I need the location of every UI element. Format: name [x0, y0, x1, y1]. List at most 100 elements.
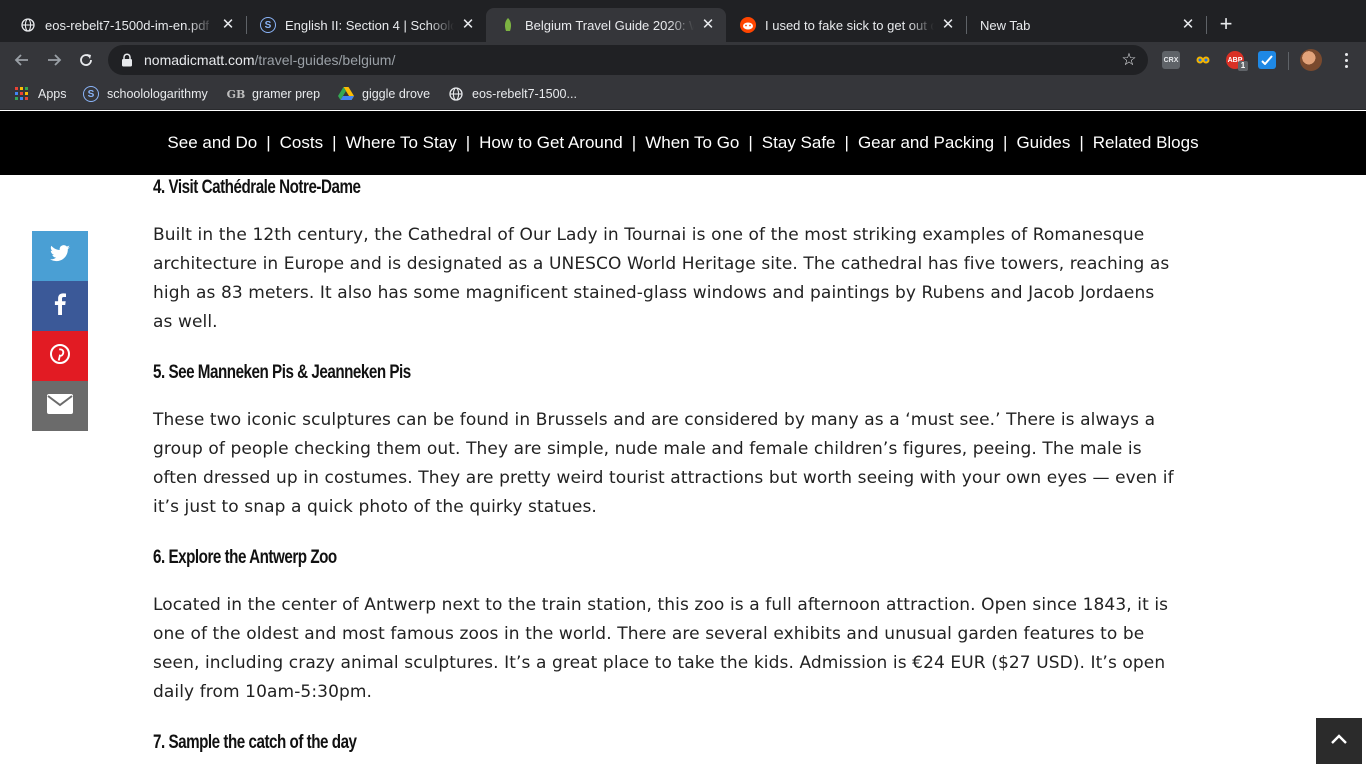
nav-stay-safe[interactable]: Stay Safe [762, 133, 836, 153]
section-heading: 7. Sample the catch of the day [153, 732, 357, 753]
tab-pdf[interactable]: eos-rebelt7-1500d-im-en.pdf ✕ [6, 8, 246, 42]
reddit-icon [740, 17, 756, 33]
paragraph-line: architecture in Europe and is designated… [153, 254, 1170, 274]
tab-reddit[interactable]: I used to fake sick to get out of school… [726, 8, 966, 42]
section-paragraph: Built in the 12th century, the Cathedral… [153, 221, 1213, 337]
lock-icon[interactable] [120, 53, 134, 67]
gb-icon: GB [226, 87, 246, 101]
crx-extension-icon[interactable]: CRX [1162, 51, 1180, 69]
adblock-extension-icon[interactable]: ABP 1 [1226, 51, 1248, 71]
nav-separator: | [631, 133, 637, 152]
nav-separator: | [1003, 133, 1008, 152]
tab-title: eos-rebelt7-1500d-im-en.pdf [45, 17, 210, 33]
section-heading: 4. Visit Cathédrale Notre-Dame [153, 177, 361, 198]
address-bar[interactable]: nomadicmatt.com/travel-guides/belgium/ ☆ [108, 45, 1148, 75]
bookmark-label: gramer prep [252, 87, 321, 101]
facebook-share-button[interactable] [32, 281, 88, 331]
bookmark-label: giggle drove [362, 87, 431, 101]
browser-toolbar: nomadicmatt.com/travel-guides/belgium/ ☆… [0, 42, 1366, 78]
tab-close-icon[interactable]: ✕ [940, 17, 956, 33]
tab-close-icon[interactable]: ✕ [700, 17, 716, 33]
paragraph-line: Located in the center of Antwerp next to… [153, 595, 1169, 615]
section-heading: 6. Explore the Antwerp Zoo [153, 547, 337, 568]
paragraph-line: Built in the 12th century, the Cathedral… [153, 225, 1145, 245]
tab-new-tab[interactable]: New Tab ✕ [966, 8, 1206, 42]
nav-see-and-do[interactable]: See and Do [167, 133, 257, 153]
bookmark-gramer-prep[interactable]: GB gramer prep [226, 85, 321, 103]
bookmark-schoolologarithmy[interactable]: S schoolologarithmy [83, 85, 208, 103]
bookmark-eos-pdf[interactable]: eos-rebelt7-1500... [448, 85, 577, 103]
paragraph-line: group of people checking them out. They … [153, 439, 1142, 459]
nav-guides[interactable]: Guides [1016, 133, 1070, 153]
email-share-button[interactable] [32, 381, 88, 431]
tab-belgium-guide[interactable]: Belgium Travel Guide 2020: What to See, … [486, 8, 726, 42]
facebook-icon [54, 292, 66, 320]
section-paragraph: These two iconic sculptures can be found… [153, 406, 1213, 522]
tab-schoology[interactable]: S English II: Section 4 | Schoology ✕ [246, 8, 486, 42]
section-paragraph: Located in the center of Antwerp next to… [153, 591, 1213, 707]
nav-separator: | [332, 133, 337, 152]
back-to-top-button[interactable] [1316, 718, 1362, 764]
paragraph-line: as well. [153, 312, 218, 332]
twitter-icon [49, 244, 71, 268]
nav-related-blogs[interactable]: Related Blogs [1093, 133, 1199, 153]
tab-close-icon[interactable]: ✕ [1180, 17, 1196, 33]
bookmark-label: Apps [38, 87, 67, 101]
nav-costs[interactable]: Costs [280, 133, 323, 153]
browser-tab-strip: eos-rebelt7-1500d-im-en.pdf ✕ S English … [0, 0, 1366, 42]
nav-separator: | [1079, 133, 1084, 152]
bookmark-label: eos-rebelt7-1500... [472, 87, 577, 101]
pinterest-share-button[interactable] [32, 331, 88, 381]
toolbar-divider [1288, 52, 1289, 70]
schoology-icon: S [260, 17, 276, 33]
tab-title: English II: Section 4 | Schoology [285, 17, 454, 33]
paragraph-line: it’s just to snap a quick photo of the q… [153, 497, 597, 517]
nav-separator: | [844, 133, 849, 152]
paragraph-line: seen, including crazy animal sculptures.… [153, 653, 1166, 673]
profile-avatar[interactable] [1300, 49, 1322, 71]
paragraph-line: These two iconic sculptures can be found… [153, 410, 1156, 430]
nav-gear-and-packing[interactable]: Gear and Packing [858, 133, 994, 153]
bookmark-extension-icon[interactable] [1258, 51, 1276, 69]
chevron-up-icon [1330, 732, 1348, 750]
tab-title: New Tab [980, 17, 1031, 33]
bookmarks-bar: Apps S schoolologarithmy GB gramer prep … [0, 78, 1366, 110]
nav-when-to-go[interactable]: When To Go [645, 133, 739, 153]
globe-icon [20, 17, 36, 33]
nav-separator: | [266, 133, 271, 152]
nav-how-to-get-around[interactable]: How to Get Around [479, 133, 623, 153]
tab-divider [1206, 16, 1207, 34]
bookmark-label: schoolologarithmy [107, 87, 208, 101]
address-url: nomadicmatt.com/travel-guides/belgium/ [144, 52, 395, 68]
nav-where-to-stay[interactable]: Where To Stay [346, 133, 457, 153]
nav-separator: | [748, 133, 753, 152]
url-host: nomadicmatt.com [144, 52, 255, 68]
bookmark-star-icon[interactable]: ☆ [1120, 51, 1138, 69]
tab-title: I used to fake sick to get out of school [765, 17, 934, 33]
bookmark-apps[interactable]: Apps [14, 85, 67, 103]
bookmark-giggle-drove[interactable]: giggle drove [338, 85, 430, 103]
url-path: /travel-guides/belgium/ [254, 52, 396, 68]
apps-grid-icon [14, 86, 30, 102]
browser-menu-icon[interactable] [1336, 50, 1356, 70]
paragraph-line: one of the oldest and most famous zoos i… [153, 624, 1145, 644]
forward-arrow-icon[interactable] [42, 48, 66, 72]
tab-title: Belgium Travel Guide 2020: What to See, … [525, 17, 694, 33]
section-heading: 5. See Manneken Pis & Jeanneken Pis [153, 362, 411, 383]
reload-icon[interactable] [74, 48, 98, 72]
nomadicmatt-icon [500, 17, 516, 33]
twitter-share-button[interactable] [32, 231, 88, 281]
new-tab-plus-icon[interactable]: + [1214, 12, 1238, 36]
paragraph-line: daily from 10am-5:30pm. [153, 682, 373, 702]
tab-close-icon[interactable]: ✕ [460, 17, 476, 33]
social-share-bar [32, 231, 88, 431]
back-arrow-icon[interactable] [10, 48, 34, 72]
owl-extension-icon[interactable] [1194, 51, 1212, 69]
article-body: 4. Visit Cathédrale Notre-Dame Built in … [153, 175, 1213, 755]
paragraph-line: high as 83 meters. It also has some magn… [153, 283, 1155, 303]
site-nav: See and Do | Costs | Where To Stay | How… [0, 111, 1366, 175]
email-icon [47, 393, 73, 419]
pinterest-icon [50, 343, 70, 369]
google-drive-icon [338, 86, 354, 102]
tab-close-icon[interactable]: ✕ [220, 17, 236, 33]
